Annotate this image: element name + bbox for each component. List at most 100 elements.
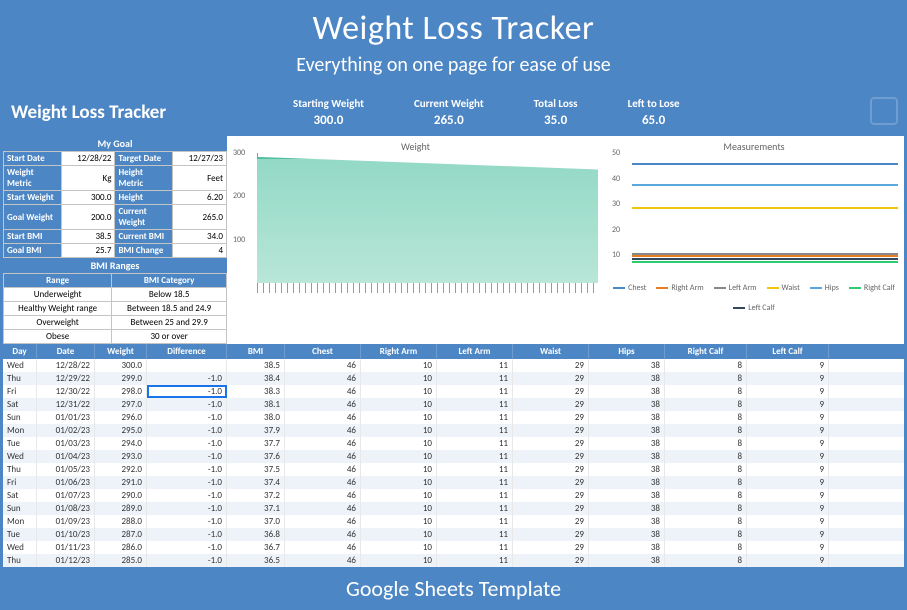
table-cell[interactable]: 29 xyxy=(513,359,589,372)
table-cell[interactable]: 299.0 xyxy=(95,372,147,385)
table-cell[interactable]: 8 xyxy=(665,450,747,463)
table-row[interactable]: Thu12/29/22299.0-1.038.4461011293889 xyxy=(3,372,904,385)
table-cell[interactable]: 11 xyxy=(437,541,513,554)
table-cell[interactable]: 01/01/23 xyxy=(37,411,95,424)
table-cell[interactable]: 38 xyxy=(589,554,665,567)
table-row[interactable]: Fri01/06/23291.0-1.037.4461011293889 xyxy=(3,476,904,489)
table-cell[interactable]: 29 xyxy=(513,450,589,463)
table-cell[interactable]: 37.2 xyxy=(227,489,285,502)
table-cell[interactable]: Tue xyxy=(3,528,37,541)
table-cell[interactable]: 12/29/22 xyxy=(37,372,95,385)
table-cell[interactable]: 29 xyxy=(513,437,589,450)
table-cell[interactable]: -1.0 xyxy=(147,385,227,398)
table-cell[interactable]: 10 xyxy=(361,437,437,450)
table-cell[interactable]: 10 xyxy=(361,463,437,476)
table-cell[interactable]: Sat xyxy=(3,489,37,502)
table-cell[interactable]: 289.0 xyxy=(95,502,147,515)
table-cell[interactable]: 38.1 xyxy=(227,398,285,411)
table-row[interactable]: Sun01/08/23289.0-1.037.1461011293889 xyxy=(3,502,904,515)
table-cell[interactable]: 46 xyxy=(285,502,361,515)
table-cell[interactable]: 9 xyxy=(747,411,829,424)
table-cell[interactable]: 37.0 xyxy=(227,515,285,528)
table-cell[interactable]: 9 xyxy=(747,450,829,463)
table-cell[interactable]: 8 xyxy=(665,424,747,437)
goal-cell[interactable]: 38.5 xyxy=(61,230,115,244)
table-cell[interactable]: 12/28/22 xyxy=(37,359,95,372)
table-cell[interactable]: 46 xyxy=(285,463,361,476)
table-cell[interactable]: 38 xyxy=(589,463,665,476)
table-cell[interactable]: 01/07/23 xyxy=(37,489,95,502)
table-cell[interactable]: 46 xyxy=(285,541,361,554)
table-cell[interactable]: 9 xyxy=(747,424,829,437)
table-cell[interactable]: 11 xyxy=(437,437,513,450)
table-cell[interactable]: 46 xyxy=(285,515,361,528)
table-cell[interactable]: 38 xyxy=(589,450,665,463)
table-row[interactable]: Wed12/28/22300.038.5461011293889 xyxy=(3,359,904,372)
table-cell[interactable]: 9 xyxy=(747,476,829,489)
table-cell[interactable]: 38 xyxy=(589,476,665,489)
table-cell[interactable]: 8 xyxy=(665,476,747,489)
table-row[interactable]: Thu01/05/23292.0-1.037.5461011293889 xyxy=(3,463,904,476)
table-cell[interactable]: 29 xyxy=(513,476,589,489)
table-cell[interactable]: 12/30/22 xyxy=(37,385,95,398)
table-cell[interactable]: Sun xyxy=(3,502,37,515)
goal-table[interactable]: Start Date12/28/22Target Date12/27/23Wei… xyxy=(3,151,227,258)
table-cell[interactable]: 37.7 xyxy=(227,437,285,450)
goal-cell[interactable]: 200.0 xyxy=(61,205,115,230)
table-cell[interactable]: 01/06/23 xyxy=(37,476,95,489)
table-cell[interactable]: 9 xyxy=(747,385,829,398)
table-cell[interactable]: 10 xyxy=(361,476,437,489)
table-cell[interactable]: 10 xyxy=(361,372,437,385)
table-cell[interactable]: 8 xyxy=(665,372,747,385)
table-cell[interactable]: 295.0 xyxy=(95,424,147,437)
table-cell[interactable]: Mon xyxy=(3,424,37,437)
table-cell[interactable]: 46 xyxy=(285,489,361,502)
table-row[interactable]: Sat12/31/22297.0-1.038.1461011293889 xyxy=(3,398,904,411)
table-cell[interactable]: 29 xyxy=(513,554,589,567)
table-cell[interactable]: 300.0 xyxy=(95,359,147,372)
table-cell[interactable]: 8 xyxy=(665,489,747,502)
table-cell[interactable]: 29 xyxy=(513,372,589,385)
table-cell[interactable] xyxy=(147,359,227,372)
table-cell[interactable]: 38.0 xyxy=(227,411,285,424)
table-row[interactable]: Sun01/01/23296.0-1.038.0461011293889 xyxy=(3,411,904,424)
table-cell[interactable]: 46 xyxy=(285,424,361,437)
table-cell[interactable]: 11 xyxy=(437,502,513,515)
table-cell[interactable]: 11 xyxy=(437,515,513,528)
table-cell[interactable]: 38 xyxy=(589,411,665,424)
table-cell[interactable]: 01/12/23 xyxy=(37,554,95,567)
table-cell[interactable]: Wed xyxy=(3,541,37,554)
table-cell[interactable]: 11 xyxy=(437,398,513,411)
goal-cell[interactable]: 4 xyxy=(173,244,227,258)
goal-cell[interactable]: 25.7 xyxy=(61,244,115,258)
table-cell[interactable]: 46 xyxy=(285,554,361,567)
table-cell[interactable]: -1.0 xyxy=(147,489,227,502)
table-cell[interactable]: 46 xyxy=(285,398,361,411)
goal-cell[interactable]: 300.0 xyxy=(61,191,115,205)
table-cell[interactable]: 8 xyxy=(665,502,747,515)
table-cell[interactable]: 10 xyxy=(361,554,437,567)
table-cell[interactable]: 46 xyxy=(285,450,361,463)
table-cell[interactable]: 10 xyxy=(361,450,437,463)
table-cell[interactable]: 287.0 xyxy=(95,528,147,541)
table-cell[interactable]: 36.8 xyxy=(227,528,285,541)
table-cell[interactable]: 292.0 xyxy=(95,463,147,476)
goal-cell[interactable]: 12/28/22 xyxy=(61,152,115,166)
table-cell[interactable]: -1.0 xyxy=(147,450,227,463)
table-cell[interactable]: 8 xyxy=(665,541,747,554)
goal-cell[interactable]: 265.0 xyxy=(173,205,227,230)
table-cell[interactable]: 11 xyxy=(437,411,513,424)
table-cell[interactable]: Wed xyxy=(3,450,37,463)
table-row[interactable]: Mon01/09/23288.0-1.037.0461011293889 xyxy=(3,515,904,528)
table-cell[interactable]: 38 xyxy=(589,372,665,385)
table-cell[interactable]: 12/31/22 xyxy=(37,398,95,411)
table-cell[interactable]: 9 xyxy=(747,359,829,372)
table-cell[interactable]: -1.0 xyxy=(147,437,227,450)
table-cell[interactable]: 01/04/23 xyxy=(37,450,95,463)
table-cell[interactable]: 290.0 xyxy=(95,489,147,502)
table-cell[interactable]: 38.5 xyxy=(227,359,285,372)
goal-cell[interactable]: Feet xyxy=(173,166,227,191)
table-cell[interactable]: 38 xyxy=(589,489,665,502)
table-cell[interactable]: 296.0 xyxy=(95,411,147,424)
table-cell[interactable]: 29 xyxy=(513,385,589,398)
